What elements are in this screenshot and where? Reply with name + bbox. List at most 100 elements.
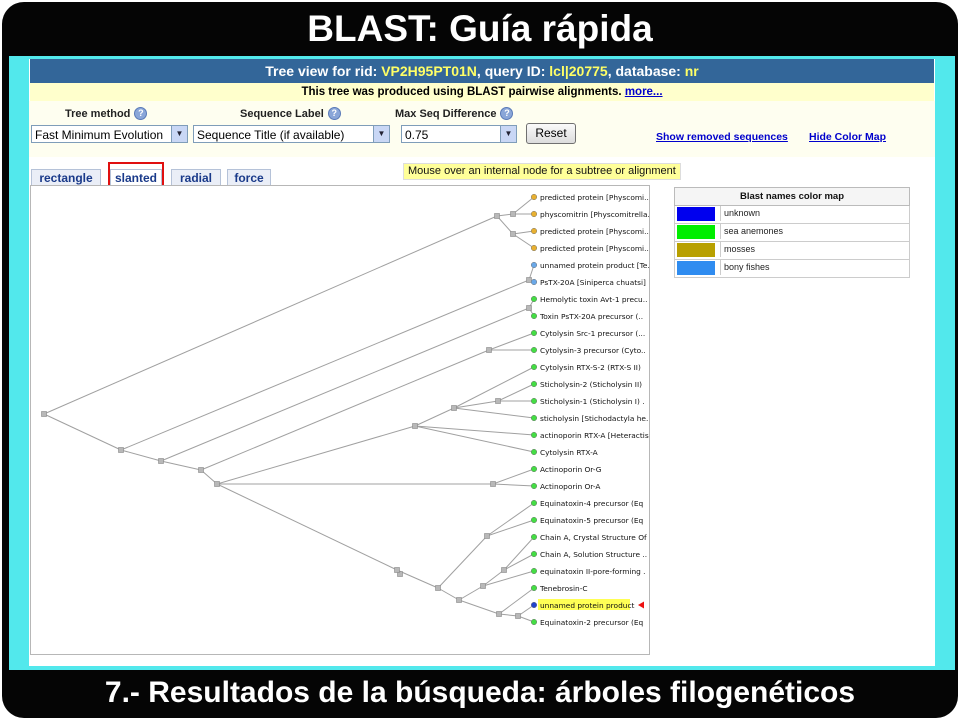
leaf-node[interactable] [530, 227, 538, 235]
leaf-label[interactable]: actinoporin RTX-A [Heteractis [540, 431, 649, 440]
internal-node[interactable] [118, 447, 124, 453]
reset-button[interactable]: Reset [526, 123, 576, 144]
leaf-label[interactable]: predicted protein [Physcomi.. [540, 193, 649, 202]
tree-method-select[interactable]: Fast Minimum Evolution ▼ [31, 125, 188, 143]
internal-node[interactable] [158, 458, 164, 464]
query-marker-icon [638, 601, 644, 609]
leaf-node[interactable] [530, 346, 538, 354]
help-icon[interactable]: ? [327, 107, 341, 120]
internal-node[interactable] [456, 597, 462, 603]
leaf-label[interactable]: Equinatoxin-2 precursor (Eq [540, 618, 644, 627]
leaf-label[interactable]: Actinoporin Or-G [540, 465, 602, 474]
leaf-label[interactable]: equinatoxin II-pore-forming . [540, 567, 646, 576]
chevron-down-icon[interactable]: ▼ [171, 126, 187, 142]
leaf-label[interactable]: PsTX-20A [Siniperca chuatsi] [540, 278, 646, 287]
internal-node[interactable] [510, 211, 516, 217]
color-map-row: sea anemones [674, 224, 910, 242]
internal-node[interactable] [451, 405, 457, 411]
internal-node[interactable] [435, 585, 441, 591]
internal-node[interactable] [494, 213, 500, 219]
internal-node[interactable] [526, 277, 532, 283]
hide-color-map-link[interactable]: Hide Color Map [809, 131, 886, 143]
leaf-node[interactable] [530, 380, 538, 388]
leaf-label[interactable]: Chain A, Solution Structure .. [540, 550, 647, 559]
internal-node[interactable] [394, 567, 400, 573]
leaf-label[interactable]: Cytolysin-3 precursor (Cyto.. [540, 346, 646, 355]
leaf-node[interactable] [530, 312, 538, 320]
leaf-node[interactable] [530, 482, 538, 490]
leaf-label[interactable]: predicted protein [Physcomi.. [540, 227, 649, 236]
color-map-label: mosses [720, 242, 908, 257]
chevron-down-icon[interactable]: ▼ [373, 126, 389, 142]
tab-force[interactable]: force [227, 169, 271, 185]
internal-node[interactable] [480, 583, 486, 589]
more-link[interactable]: more... [625, 86, 663, 98]
tab-radial[interactable]: radial [171, 169, 221, 185]
internal-node[interactable] [510, 231, 516, 237]
internal-node[interactable] [198, 467, 204, 473]
internal-node[interactable] [41, 411, 47, 417]
leaf-node[interactable] [530, 295, 538, 303]
leaf-label[interactable]: Cytolysin RTX-A [540, 448, 598, 457]
leaf-label[interactable]: Chain A, Crystal Structure Of [540, 533, 647, 542]
internal-node[interactable] [412, 423, 418, 429]
internal-node[interactable] [526, 305, 532, 311]
leaf-node[interactable] [530, 618, 538, 626]
leaf-node[interactable] [530, 567, 538, 575]
leaf-node[interactable] [530, 516, 538, 524]
leaf-node[interactable] [530, 261, 538, 269]
leaf-label[interactable]: Hemolytic toxin Avt-1 precu.. [540, 295, 647, 304]
chevron-down-icon[interactable]: ▼ [500, 126, 516, 142]
leaf-node[interactable] [530, 584, 538, 592]
leaf-label[interactable]: Cytolysin RTX-S-2 (RTX-S II) [540, 363, 641, 372]
leaf-node[interactable] [530, 397, 538, 405]
tree-branch [414, 425, 535, 436]
leaf-node[interactable] [530, 465, 538, 473]
leaf-label[interactable]: Tenebrosin-C [539, 584, 588, 593]
database-label: , database: [607, 63, 685, 79]
help-icon[interactable]: ? [134, 107, 148, 120]
color-map-label: sea anemones [720, 224, 908, 239]
sequence-label-select[interactable]: Sequence Title (if available) ▼ [193, 125, 390, 143]
leaf-label[interactable]: Actinoporin Or-A [540, 482, 600, 491]
tab-rectangle[interactable]: rectangle [31, 169, 101, 185]
leaf-node[interactable] [530, 601, 538, 609]
internal-node[interactable] [495, 398, 501, 404]
leaf-label[interactable]: unnamed protein product [540, 601, 635, 610]
tree-method-label: Tree method? [65, 107, 148, 120]
leaf-label[interactable]: unnamed protein product [Te.. [540, 261, 652, 270]
leaf-label[interactable]: Equinatoxin-5 precursor (Eq [540, 516, 644, 525]
internal-node[interactable] [496, 611, 502, 617]
leaf-node[interactable] [530, 431, 538, 439]
leaf-label[interactable]: physcomitrin [Physcomitrella.. [540, 210, 652, 219]
leaf-label[interactable]: Cytolysin Src-1 precursor (... [540, 329, 645, 338]
leaf-label[interactable]: Sticholysin-2 (Sticholysin II) [540, 380, 642, 389]
internal-node[interactable] [486, 347, 492, 353]
leaf-label[interactable]: Toxin PsTX-20A precursor (.. [539, 312, 643, 321]
show-removed-sequences-link[interactable]: Show removed sequences [656, 131, 788, 143]
leaf-node[interactable] [530, 533, 538, 541]
leaf-node[interactable] [530, 499, 538, 507]
leaf-label[interactable]: predicted protein [Physcomi.. [540, 244, 649, 253]
tree-branch [458, 599, 500, 615]
leaf-node[interactable] [530, 278, 538, 286]
internal-node[interactable] [515, 613, 521, 619]
internal-node[interactable] [490, 481, 496, 487]
leaf-node[interactable] [530, 193, 538, 201]
help-icon[interactable]: ? [500, 107, 514, 120]
leaf-node[interactable] [530, 448, 538, 456]
leaf-node[interactable] [530, 414, 538, 422]
internal-node[interactable] [214, 481, 220, 487]
leaf-node[interactable] [530, 550, 538, 558]
leaf-node[interactable] [530, 210, 538, 218]
leaf-label[interactable]: Sticholysin-1 (Sticholysin I) . [540, 397, 645, 406]
leaf-label[interactable]: Equinatoxin-4 precursor (Eq [540, 499, 644, 508]
internal-node[interactable] [501, 567, 507, 573]
blast-names-color-map: Blast names color map unknown sea anemon… [674, 187, 910, 278]
leaf-node[interactable] [530, 329, 538, 337]
leaf-label[interactable]: sticholysin [Stichodactyla he.. [540, 414, 651, 423]
leaf-node[interactable] [530, 244, 538, 252]
leaf-node[interactable] [530, 363, 538, 371]
internal-node[interactable] [484, 533, 490, 539]
max-seq-diff-select[interactable]: 0.75 ▼ [401, 125, 517, 143]
